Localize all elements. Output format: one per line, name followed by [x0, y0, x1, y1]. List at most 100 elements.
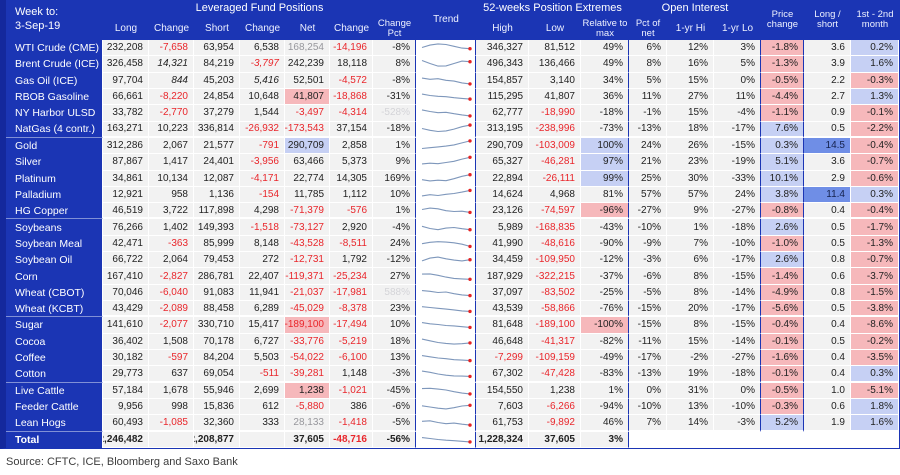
cell-chg_pct: 169%: [373, 170, 416, 187]
cell-low: -9,892: [529, 415, 581, 432]
cell-short: 63,954: [194, 40, 240, 57]
cell-chg_pct: 10%: [373, 317, 416, 334]
cell-long_chg: 1,402: [149, 219, 194, 236]
cell-net: -43,528: [285, 235, 330, 253]
trend-end-dot: [467, 227, 472, 231]
cell-long_chg: -2,827: [149, 268, 194, 285]
cell-long: 60,493: [103, 415, 149, 432]
col-header-change-net: Change: [333, 22, 370, 34]
table-row: Soybean Oil 66,722 2,064 79,453 272 -12,731 1,…: [6, 252, 899, 269]
cell-m1_m2: -0.7%: [851, 252, 899, 269]
trend-sparkline: [421, 77, 472, 86]
cell-net_chg: -17,981: [330, 284, 373, 301]
trend-end-dot: [467, 114, 472, 119]
cell-chg_pct: 588%: [373, 284, 416, 301]
cell-low: 41,807: [529, 88, 581, 106]
cell-high: 346,327: [476, 40, 529, 57]
cell-short_chg: -154: [240, 186, 285, 204]
cell-low: -74,597: [529, 203, 581, 220]
cell-long_short: 0.6: [804, 268, 851, 285]
cell-rel_max: -76%: [581, 301, 629, 318]
cell-yr_lo: 0%: [714, 72, 761, 89]
cell-rel_max: 100%: [581, 137, 629, 155]
cell-high: 43,539: [476, 301, 529, 318]
cell-high: 290,709: [476, 137, 529, 155]
cell-high: 41,990: [476, 235, 529, 253]
row-label: Wheat (CBOT): [6, 284, 103, 301]
trend-cell: [416, 431, 476, 448]
cell-m1_m2: -8.6%: [851, 317, 899, 334]
cell-long_short: 0.4: [804, 317, 851, 334]
cell-low: -103,009: [529, 137, 581, 155]
cell-short_chg: -26,932: [240, 121, 285, 138]
trend-sparkline: [421, 272, 472, 281]
cell-net_chg: -8,511: [330, 235, 373, 253]
cot-positions-table: Week to: 3-Sep-19 Leveraged Fund Positio…: [0, 0, 900, 449]
cell-long: 232,208: [103, 40, 149, 57]
cell-m1_m2: -1.7%: [851, 219, 899, 236]
table-header: Week to: 3-Sep-19 Leveraged Fund Positio…: [6, 0, 899, 40]
cell-net_chg: 18,118: [330, 56, 373, 73]
cell-yr_lo: 3%: [714, 40, 761, 57]
cell-low: -41,317: [529, 333, 581, 350]
cell-short_chg: 5,503: [240, 349, 285, 367]
trend-end-dot: [467, 81, 472, 86]
row-label: RBOB Gasoline: [6, 88, 103, 106]
col-header-long-short: Long / short: [814, 9, 841, 30]
cell-long: 30,182: [103, 349, 149, 367]
cell-yr_lo: -19%: [714, 154, 761, 171]
cell-long_short: 0.4: [804, 203, 851, 220]
cell-net_chg: 1,792: [330, 252, 373, 269]
cell-chg_pct: -4%: [373, 219, 416, 236]
trend-cell: [416, 317, 476, 334]
cell-long_chg: -2,089: [149, 301, 194, 318]
trend-cell: [416, 284, 476, 301]
cell-long: 2,246,482: [103, 431, 149, 448]
cell-price_chg: -4.4%: [761, 88, 804, 106]
cell-net: 1,238: [285, 382, 330, 399]
trend-end-dot: [467, 244, 472, 249]
cell-low: -189,100: [529, 317, 581, 334]
row-label: Feeder Cattle: [6, 398, 103, 416]
cell-pct_net: -27%: [629, 203, 667, 220]
row-label: Sugar: [6, 317, 103, 334]
row-label: Soybean Oil: [6, 252, 103, 269]
cell-yr_hi: [667, 431, 714, 448]
trend-sparkline: [421, 322, 472, 330]
col-header-1st-2nd-month: 1st - 2nd month: [856, 9, 894, 30]
cell-net_chg: 1,112: [330, 186, 373, 204]
col-header-relative-to-max: Relative to max: [582, 18, 628, 39]
trend-end-dot: [467, 123, 472, 128]
table-row: Palladium 12,921 958 1,136 -154 11,785 1,112 10…: [6, 186, 899, 204]
cell-long_chg: 10,134: [149, 170, 194, 187]
cell-long_chg: 2,067: [149, 137, 194, 155]
trend-cell: [416, 415, 476, 432]
cell-price_chg: -0.3%: [761, 398, 804, 416]
cell-yr_hi: 18%: [667, 121, 714, 138]
cell-pct_net: 25%: [629, 170, 667, 187]
cell-pct_net: 24%: [629, 137, 667, 155]
cell-chg_pct: -12%: [373, 252, 416, 269]
cell-yr_lo: -27%: [714, 203, 761, 220]
cell-price_chg: -1.0%: [761, 235, 804, 253]
cell-short_chg: 15,417: [240, 317, 285, 334]
row-label: Palladium: [6, 186, 103, 204]
trend-cell: [416, 268, 476, 285]
cell-net_chg: -8,378: [330, 301, 373, 318]
table-row: Live Cattle 57,184 1,678 55,946 2,699 1,238 -1…: [6, 382, 899, 399]
cell-short_chg: 272: [240, 252, 285, 269]
cell-net_chg: 2,920: [330, 219, 373, 236]
col-header-low: Low: [545, 22, 565, 34]
cell-net_chg: -5,219: [330, 333, 373, 350]
row-label: Silver: [6, 154, 103, 171]
cell-short: 21,577: [194, 137, 240, 155]
cell-high: 67,302: [476, 366, 529, 383]
trend-sparkline: [421, 155, 472, 165]
cell-long_short: 3.6: [804, 154, 851, 171]
cell-high: 5,989: [476, 219, 529, 236]
cell-low: -47,428: [529, 366, 581, 383]
col-header-pct-of-net: Pct of net: [635, 18, 661, 39]
cell-price_chg: 2.6%: [761, 252, 804, 269]
cell-long_chg: -7,658: [149, 40, 194, 57]
trend-end-dot: [467, 439, 472, 444]
